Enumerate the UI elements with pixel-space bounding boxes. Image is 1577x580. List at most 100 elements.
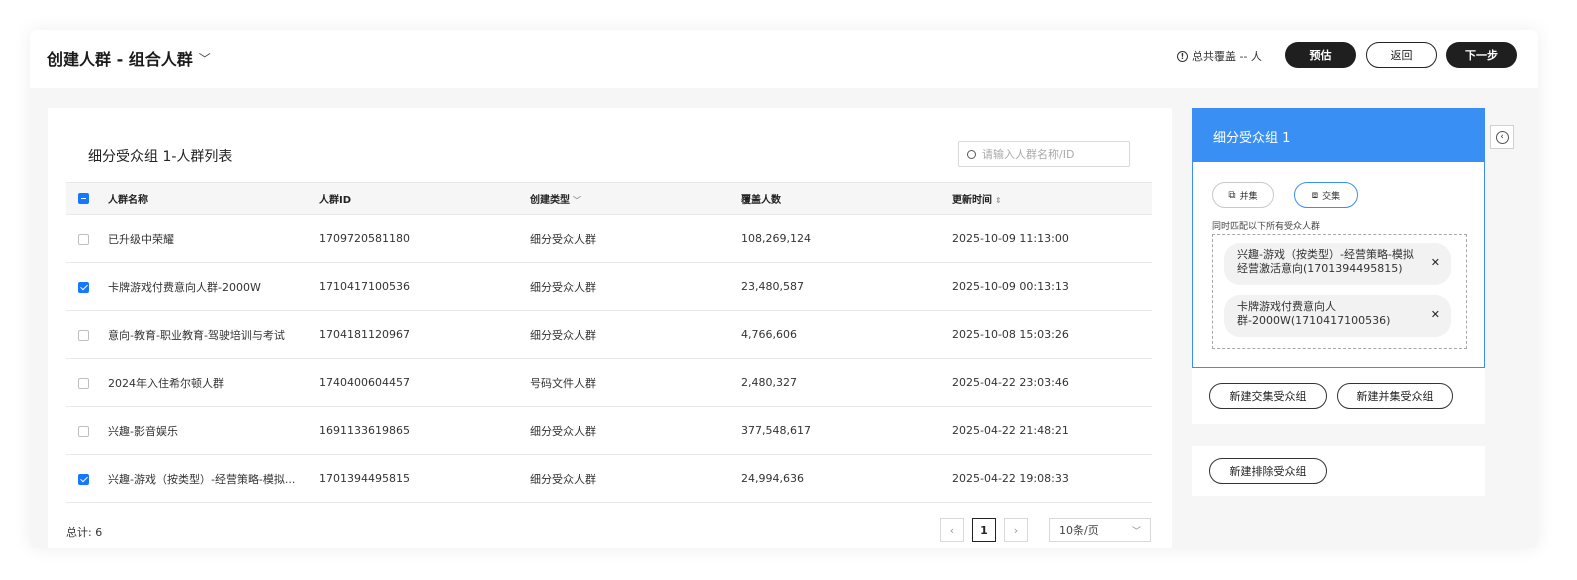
coverage-text: 总共覆盖 -- 人 (1192, 50, 1262, 63)
app-frame: 创建人群 - 组合人群 ﹀ ! 总共覆盖 -- 人 预估 返回 下一步 细分受众… (30, 30, 1538, 548)
cell-time: 2025-10-09 00:13:13 (952, 262, 1152, 311)
cell-name: 卡牌游戏付费意向人群-2000W (108, 262, 319, 311)
cell-id: 1710417100536 (319, 262, 530, 311)
chevron-down-icon[interactable]: ﹀ (199, 50, 211, 67)
cell-id: 1701394495815 (319, 454, 530, 503)
cell-name: 已升级中荣耀 (108, 214, 319, 263)
cell-type: 细分受众人群 (530, 406, 741, 455)
cell-name-text: 兴趣-游戏（按类型）-经营策略-模拟... (108, 472, 296, 486)
top-bar: 创建人群 - 组合人群 ﹀ ! 总共覆盖 -- 人 预估 返回 下一步 (30, 30, 1538, 88)
collapse-panel-button[interactable]: ‹ (1490, 125, 1514, 149)
cell-id: 1704181120967 (319, 310, 530, 359)
row-checkbox[interactable] (78, 377, 89, 389)
union-toggle[interactable]: ⧉ 并集 (1212, 182, 1274, 208)
prev-page-button[interactable]: ‹ (940, 518, 964, 542)
cell-type: 细分受众人群 (530, 262, 741, 311)
col-header-time-label: 更新时间 (952, 195, 992, 206)
table-row[interactable]: 卡牌游戏付费意向人群-2000W 1710417100536 细分受众人群 23… (66, 262, 1152, 311)
chip-label: 卡牌游戏付费意向人群-2000W(1710417100536) (1237, 300, 1391, 327)
audience-table: 人群名称 人群ID 创建类型 ﹀ 覆盖人数 更新时间 ⇕ 已升级中荣耀 170972… (66, 182, 1152, 503)
cell-count: 377,548,617 (741, 406, 952, 455)
row-checkbox[interactable] (78, 425, 89, 437)
col-header-count: 覆盖人数 (741, 182, 952, 215)
cell-time: 2025-10-08 15:03:26 (952, 310, 1152, 359)
col-header-time[interactable]: 更新时间 ⇕ (952, 182, 1152, 215)
select-all-checkbox[interactable] (78, 192, 89, 204)
page-title-text: 创建人群 - 组合人群 (47, 50, 193, 69)
page-title[interactable]: 创建人群 - 组合人群 ﹀ (47, 46, 211, 70)
intersect-label: 交集 (1322, 191, 1341, 202)
table-row[interactable]: 兴趣-游戏（按类型）-经营策略-模拟... 1701394495815 细分受众… (66, 454, 1152, 503)
cell-type: 细分受众人群 (530, 214, 741, 263)
chip-label: 兴趣-游戏（按类型）-经营策略-模拟经营激活意向(1701394495815) (1237, 248, 1414, 275)
table-row[interactable]: 兴趣-影音娱乐 1691133619865 细分受众人群 377,548,617… (66, 406, 1152, 455)
cell-name-text: 2024年入住希尔顿人群 (108, 376, 224, 390)
cell-id: 1691133619865 (319, 406, 530, 455)
row-checkbox-cell (66, 262, 108, 311)
estimate-button[interactable]: 预估 (1285, 42, 1356, 68)
cell-name-text: 已升级中荣耀 (108, 232, 174, 246)
cell-name-text: 卡牌游戏付费意向人群-2000W (108, 280, 261, 294)
audience-group-panel: 细分受众组 1 ⧉ 并集 ⧈ 交集 同时匹配以下所有受众人群 兴趣-游戏（按类型… (1192, 108, 1485, 368)
row-checkbox[interactable] (78, 281, 89, 293)
cell-time: 2025-04-22 23:03:46 (952, 358, 1152, 407)
cell-time: 2025-10-09 11:13:00 (952, 214, 1152, 263)
group-title: 细分受众组 1 (1193, 109, 1484, 162)
row-checkbox-cell (66, 454, 108, 503)
close-icon[interactable]: ✕ (1431, 308, 1440, 322)
union-label: 并集 (1239, 191, 1258, 202)
new-exclude-group-button[interactable]: 新建排除受众组 (1209, 458, 1327, 484)
cell-id: 1709720581180 (319, 214, 530, 263)
row-checkbox-cell (66, 358, 108, 407)
selected-audience-box: 兴趣-游戏（按类型）-经营策略-模拟经营激活意向(1701394495815) … (1212, 234, 1467, 349)
cell-name-text: 意向-教育-职业教育-驾驶培训与考试 (108, 328, 285, 342)
cell-type: 号码文件人群 (530, 358, 741, 407)
info-icon: ! (1177, 50, 1188, 62)
next-step-button[interactable]: 下一步 (1446, 42, 1517, 68)
exclude-actions-area: 新建排除受众组 (1192, 446, 1485, 496)
col-header-type[interactable]: 创建类型 ﹀ (530, 182, 741, 215)
page-number-button[interactable]: 1 (972, 518, 996, 542)
cell-type: 细分受众人群 (530, 310, 741, 359)
row-checkbox[interactable] (78, 233, 89, 245)
audience-list-card: 细分受众组 1-人群列表 人群名称 人群ID 创建类型﹀ 覆盖人数 更新时间⇕ (48, 108, 1172, 548)
cell-name: 兴趣-影音娱乐 (108, 406, 319, 455)
selected-audience-chip: 卡牌游戏付费意向人群-2000W(1710417100536) ✕ (1224, 295, 1451, 337)
close-icon[interactable]: ✕ (1431, 256, 1440, 270)
cell-name-text: 兴趣-影音娱乐 (108, 424, 178, 438)
search-input[interactable] (982, 147, 1122, 161)
cell-count: 23,480,587 (741, 262, 952, 311)
search-box[interactable] (958, 141, 1130, 167)
new-union-group-button[interactable]: 新建并集受众组 (1337, 383, 1453, 409)
cell-count: 4,766,606 (741, 310, 952, 359)
col-header-id: 人群ID (319, 182, 530, 215)
union-icon: ⧉ (1228, 189, 1236, 201)
table-row[interactable]: 意向-教育-职业教育-驾驶培训与考试 1704181120967 细分受众人群 … (66, 310, 1152, 359)
col-header-name: 人群名称 (108, 182, 319, 215)
group-actions-area: 新建交集受众组 新建并集受众组 (1192, 368, 1485, 424)
coverage-summary: ! 总共覆盖 -- 人 (1177, 48, 1262, 64)
new-intersect-group-button[interactable]: 新建交集受众组 (1209, 383, 1327, 409)
row-checkbox-cell (66, 214, 108, 263)
chevron-left-icon: ‹ (1495, 130, 1509, 144)
table-header-row: 人群名称 人群ID 创建类型 ﹀ 覆盖人数 更新时间 ⇕ (66, 182, 1152, 215)
intersect-icon: ⧈ (1311, 189, 1319, 201)
intersect-toggle[interactable]: ⧈ 交集 (1294, 182, 1358, 208)
cell-time: 2025-04-22 19:08:33 (952, 454, 1152, 503)
selected-audience-chip: 兴趣-游戏（按类型）-经营策略-模拟经营激活意向(1701394495815) … (1224, 243, 1451, 285)
total-count: 总计: 6 (66, 526, 103, 539)
sort-icon[interactable]: ⇕ (995, 196, 1002, 205)
row-checkbox[interactable] (78, 329, 89, 341)
table-row[interactable]: 2024年入住希尔顿人群 1740400604457 号码文件人群 2,480,… (66, 358, 1152, 407)
next-page-button[interactable]: › (1004, 518, 1028, 542)
cell-count: 108,269,124 (741, 214, 952, 263)
match-rule-label: 同时匹配以下所有受众人群 (1212, 222, 1321, 232)
chevron-down-icon: ﹀ (1131, 526, 1141, 537)
table-row[interactable]: 已升级中荣耀 1709720581180 细分受众人群 108,269,124 … (66, 214, 1152, 263)
page-size-select[interactable]: 10条/页 ﹀ (1049, 518, 1151, 542)
cell-name: 2024年入住希尔顿人群 (108, 358, 319, 407)
back-button[interactable]: 返回 (1366, 42, 1437, 68)
cell-count: 24,994,636 (741, 454, 952, 503)
row-checkbox[interactable] (78, 473, 89, 485)
filter-chevron-icon[interactable]: ﹀ (573, 196, 581, 205)
